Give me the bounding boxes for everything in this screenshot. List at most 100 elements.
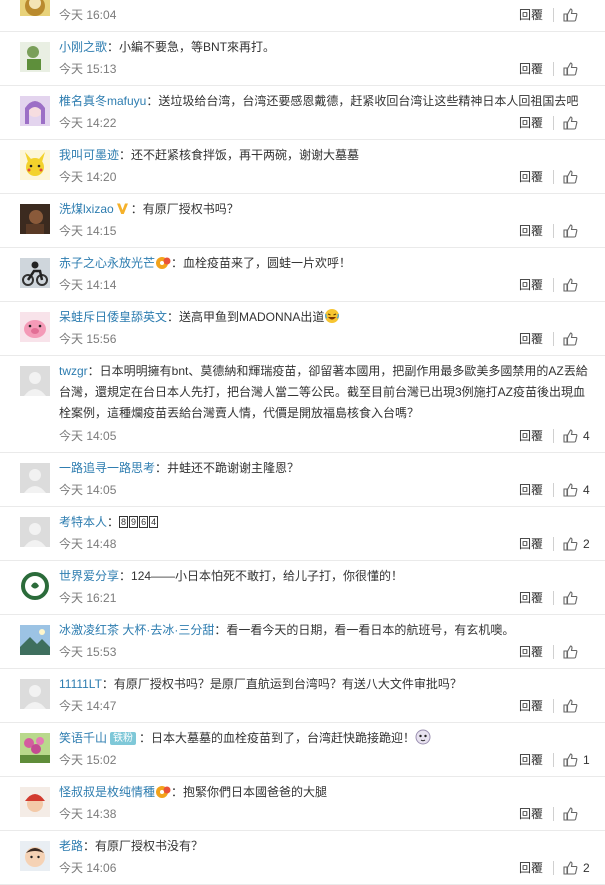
doge-emoji-icon — [415, 729, 431, 745]
like-button[interactable] — [563, 62, 591, 76]
username-link[interactable]: twzgr — [59, 364, 88, 378]
comment-text: 世界爱分享：124——小日本怕死不敢打，给儿子打，你很懂的！ — [59, 566, 591, 587]
reply-button[interactable]: 回覆 — [519, 480, 553, 500]
like-button[interactable]: 1 — [563, 750, 591, 770]
reply-button[interactable]: 回覆 — [519, 696, 553, 716]
username-link[interactable]: 考特本人 — [59, 515, 107, 529]
thumbs-up-icon — [563, 116, 578, 130]
reply-button[interactable]: 回覆 — [519, 588, 553, 608]
comment-text: 小刚之歌：小編不要急，等BNT來再打。 — [59, 37, 591, 58]
username-link[interactable]: 一路追寻一路思考 — [59, 461, 155, 475]
like-button[interactable] — [563, 8, 591, 22]
divider — [553, 753, 554, 767]
anime-girl-avatar-icon — [20, 96, 50, 126]
reply-button[interactable]: 回覆 — [519, 750, 553, 770]
reply-button[interactable]: 回覆 — [519, 221, 553, 241]
like-button[interactable]: 2 — [563, 534, 591, 554]
comment-text: 冰激凌红茶 大杯·去冰·三分甜：看一看今天的日期，看一看日本的航班号，有玄机噢。 — [59, 620, 591, 641]
username-link[interactable]: 笑语千山 — [59, 731, 107, 745]
number-box: 9 — [129, 516, 139, 528]
avatar[interactable] — [20, 366, 50, 396]
reply-button[interactable]: 回覆 — [519, 329, 553, 349]
divider — [553, 278, 554, 292]
username-link[interactable]: 呆蛙斥日倭皇舔英文 — [59, 310, 167, 324]
reply-button[interactable]: 回覆 — [519, 275, 553, 295]
comment-item: 呆蛙斥日倭皇舔英文：送高甲鱼到MADONNA出道 今天 15:56 回覆 — [0, 302, 605, 356]
thumbs-up-icon — [563, 278, 578, 292]
comment-time: 今天 14:47 — [59, 699, 117, 713]
username-link[interactable]: 椎名真冬mafuyu — [59, 94, 146, 108]
like-button[interactable] — [563, 645, 591, 659]
avatar[interactable] — [20, 204, 50, 234]
fan-badge-icon — [156, 786, 171, 798]
like-button[interactable] — [563, 224, 591, 238]
like-button[interactable] — [563, 591, 591, 605]
avatar[interactable] — [20, 42, 50, 72]
avatar[interactable] — [20, 312, 50, 342]
comment-time: 今天 16:04 — [59, 8, 117, 22]
reply-button[interactable]: 回覆 — [519, 642, 553, 662]
pikachu-avatar-icon — [20, 150, 50, 180]
reply-button[interactable]: 回覆 — [519, 858, 553, 878]
reply-button[interactable]: 回覆 — [519, 804, 553, 824]
username-link[interactable]: 世界爱分享 — [59, 569, 119, 583]
username-link[interactable]: 怪叔叔是枚纯情種 — [59, 785, 155, 799]
comment-body: ：还不赶紧核食拌饭，再干两碗，谢谢大墓墓 — [119, 148, 360, 162]
reply-button[interactable]: 回覆 — [519, 167, 553, 187]
username-link[interactable]: 冰激凌红茶 大杯·去冰·三分甜 — [59, 623, 214, 637]
avatar[interactable] — [20, 517, 50, 547]
reply-button[interactable]: 回覆 — [519, 534, 553, 554]
divider — [553, 224, 554, 238]
avatar[interactable] — [20, 625, 50, 655]
reply-button[interactable]: 回覆 — [519, 5, 553, 25]
avatar[interactable] — [20, 96, 50, 126]
reply-button[interactable]: 回覆 — [519, 59, 553, 79]
username-link[interactable]: 小刚之歌 — [59, 40, 107, 54]
username-link[interactable]: 洗煤lxizao — [59, 202, 114, 216]
reply-button[interactable]: 回覆 — [519, 113, 553, 133]
comment-text: 我叫可墨迹：还不赶紧核食拌饭，再干两碗，谢谢大墓墓 — [59, 145, 591, 166]
like-button[interactable]: 4 — [563, 480, 591, 500]
like-button[interactable] — [563, 332, 591, 346]
divider — [553, 591, 554, 605]
comment-time: 今天 14:20 — [59, 170, 117, 184]
comment-time: 今天 14:48 — [59, 537, 117, 551]
divider — [553, 8, 554, 22]
avatar[interactable] — [20, 150, 50, 180]
comment-text: 赤子之心永放光芒 ：血栓疫苗来了，圆蛙一片欢呼！ — [59, 253, 591, 274]
like-button[interactable]: 2 — [563, 858, 591, 878]
comment-body: ：日本明明擁有bnt、莫德納和輝瑞疫苗，卻留著本國用，把副作用最多歐美多國禁用的… — [59, 364, 588, 420]
avatar[interactable] — [20, 0, 50, 16]
comment-text: 呆蛙斥日倭皇舔英文：送高甲鱼到MADONNA出道 — [59, 307, 591, 328]
like-button[interactable] — [563, 278, 591, 292]
avatar[interactable] — [20, 463, 50, 493]
comment-text: 考特本人： 8 9 6 4 — [59, 512, 591, 533]
username-link[interactable]: 老路 — [59, 839, 83, 853]
like-button[interactable] — [563, 807, 591, 821]
like-button[interactable] — [563, 699, 591, 713]
default-avatar-icon — [20, 679, 50, 709]
comment-item: 赤子之心永放光芒 ：血栓疫苗来了，圆蛙一片欢呼！ 今天 14:14 回覆 — [0, 248, 605, 302]
comment-item: 老路：有原厂授权书没有？ 今天 14:06 回覆 2 — [0, 831, 605, 885]
avatar[interactable] — [20, 258, 50, 288]
avatar[interactable] — [20, 733, 50, 763]
comment-item: 笑语千山 铁粉 ：日本大墓墓的血栓疫苗到了，台湾赶快跪接跪迎！ 今天 15:02 回… — [0, 723, 605, 777]
number-box: 4 — [149, 516, 159, 528]
default-avatar-icon — [20, 366, 50, 396]
like-button[interactable] — [563, 170, 591, 184]
avatar[interactable] — [20, 679, 50, 709]
comment-text: 老路：有原厂授权书没有？ — [59, 836, 591, 857]
thumbs-up-icon — [563, 332, 578, 346]
avatar[interactable] — [20, 571, 50, 601]
avatar[interactable] — [20, 787, 50, 817]
comment-text: 11111LT：有原厂授权书吗？是原厂直航运到台湾吗？有送八大文件审批吗？ — [59, 674, 591, 695]
username-link[interactable]: 赤子之心永放光芒 — [59, 256, 155, 270]
divider — [553, 807, 554, 821]
like-button[interactable]: 4 — [563, 426, 591, 446]
avatar[interactable] — [20, 841, 50, 871]
username-link[interactable]: 我叫可墨迹 — [59, 148, 119, 162]
reply-button[interactable]: 回覆 — [519, 426, 553, 446]
like-button[interactable] — [563, 116, 591, 130]
username-link[interactable]: 11111LT — [59, 677, 102, 691]
comment-body: ：送高甲鱼到MADONNA出道 — [167, 310, 325, 324]
